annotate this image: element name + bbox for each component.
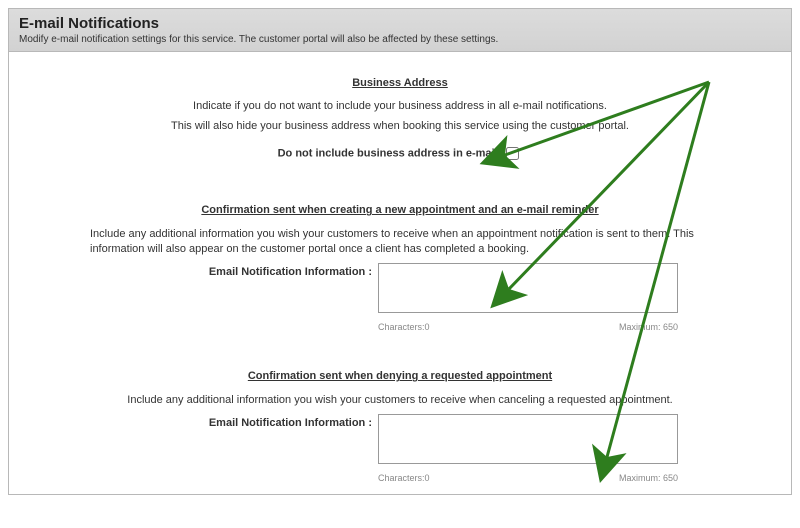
exclude-address-checkbox[interactable] [506,147,519,160]
confirmation-create-desc: Include any additional information you w… [90,227,710,258]
confirmation-deny-row: Email Notification Information : Charact… [49,414,751,484]
confirmation-deny-meta: Characters:0 Maximum: 650 [378,472,678,485]
section-heading-confirmation-create: Confirmation sent when creating a new ap… [201,203,598,218]
exclude-address-row: Do not include business address in e-mai… [49,144,751,163]
confirmation-deny-charcount: Characters:0 [378,472,430,485]
panel-subtitle: Modify e-mail notification settings for … [19,34,781,45]
panel-header: E-mail Notifications Modify e-mail notif… [9,9,791,52]
confirmation-create-charcount: Characters:0 [378,321,430,334]
confirmation-deny-desc: Include any additional information you w… [80,393,720,408]
confirmation-create-row: Email Notification Information : Charact… [49,263,751,333]
confirmation-deny-textarea[interactable] [378,414,678,464]
section-heading-business-address: Business Address [352,76,448,91]
business-address-desc-2: This will also hide your business addres… [80,119,720,134]
section-heading-confirmation-deny: Confirmation sent when denying a request… [248,369,552,384]
confirmation-deny-max: Maximum: 650 [619,472,678,485]
confirmation-deny-label: Email Notification Information : [122,414,378,431]
confirmation-create-label: Email Notification Information : [122,263,378,280]
settings-panel: E-mail Notifications Modify e-mail notif… [8,8,792,495]
business-address-desc-1: Indicate if you do not want to include y… [80,99,720,114]
confirmation-create-max: Maximum: 650 [619,321,678,334]
confirmation-create-textarea[interactable] [378,263,678,313]
confirmation-create-meta: Characters:0 Maximum: 650 [378,321,678,334]
exclude-address-label: Do not include business address in e-mai… [278,148,502,160]
panel-body: Business Address Indicate if you do not … [9,52,791,494]
panel-title: E-mail Notifications [19,15,781,32]
